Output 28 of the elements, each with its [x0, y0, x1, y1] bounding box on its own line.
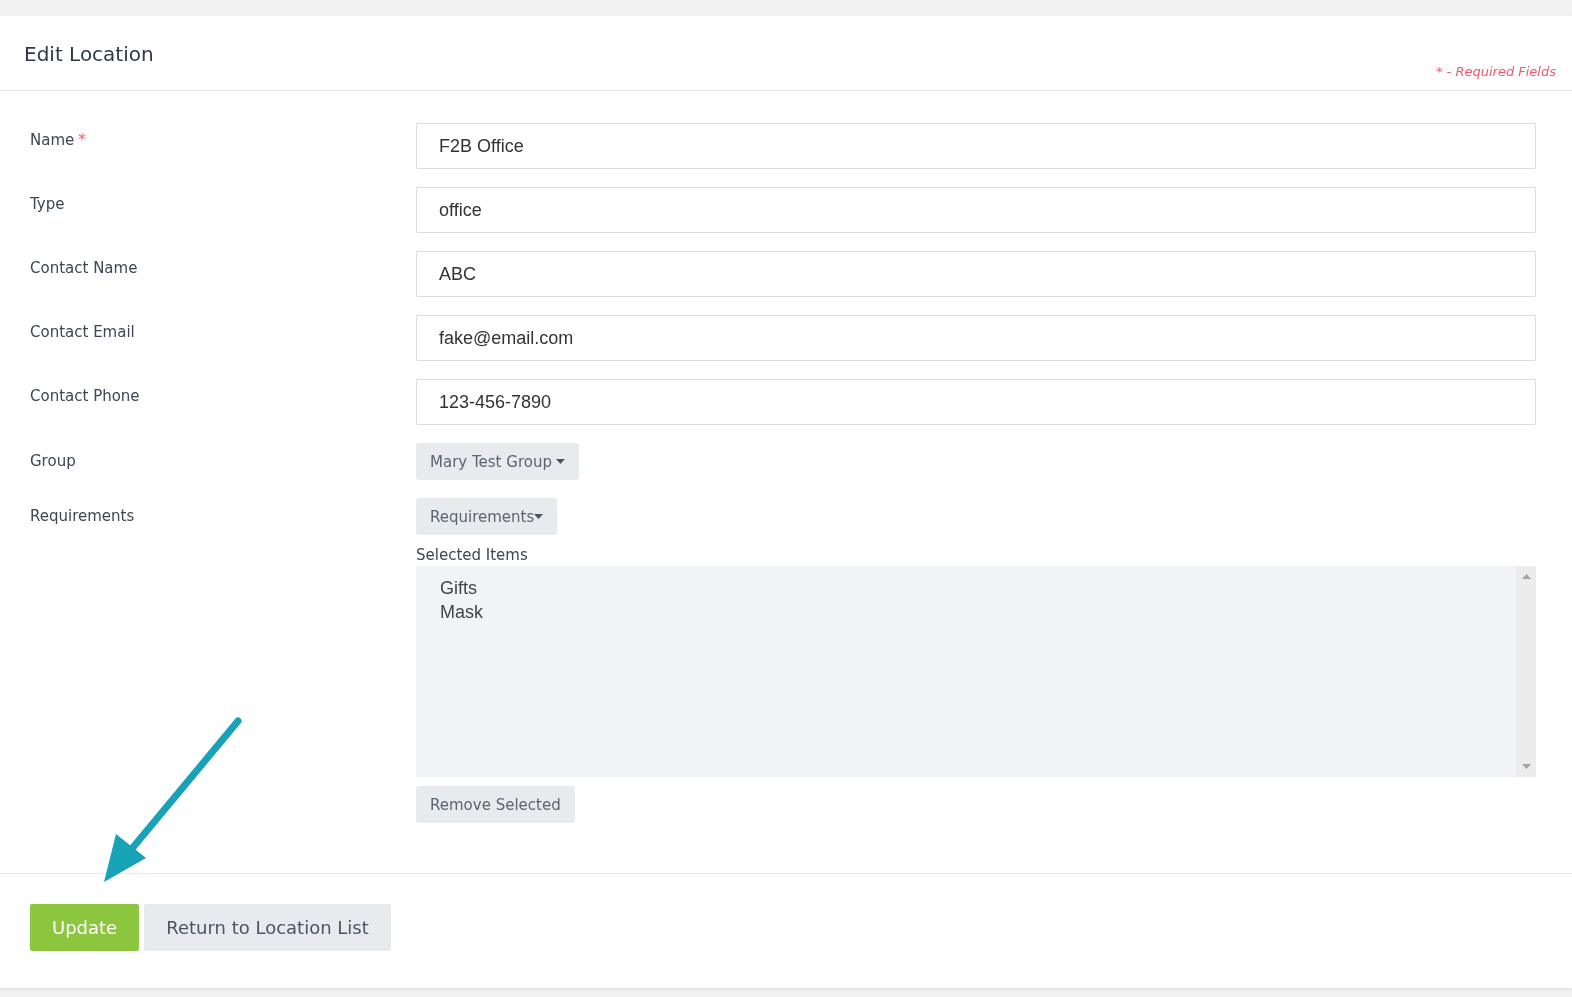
text-input[interactable]: 123-456-7890 — [416, 379, 1536, 425]
field-label: Contact Phone — [30, 387, 140, 405]
page-title: Edit Location — [24, 42, 154, 66]
return-button[interactable]: Return to Location List — [144, 904, 391, 951]
text-input[interactable]: fake@email.com — [416, 315, 1536, 361]
selected-items-list[interactable]: Gifts Mask — [416, 566, 1536, 777]
selected-items-label: Selected Items — [416, 546, 528, 564]
scroll-down-icon[interactable] — [1521, 764, 1531, 769]
field-label: Type — [30, 195, 65, 213]
list-option[interactable]: Mask — [440, 600, 483, 624]
caret-icon — [555, 459, 565, 464]
field-label: Contact Name — [30, 259, 138, 277]
caret-icon — [534, 514, 544, 519]
dropdown-button[interactable]: Mary Test Group — [416, 443, 579, 480]
text-input[interactable]: office — [416, 187, 1536, 233]
required-asterisk: * — [78, 131, 86, 149]
dropdown-button[interactable]: Requirements — [416, 498, 558, 535]
field-label: Group — [30, 452, 76, 470]
remove-selected-button[interactable]: Remove Selected — [416, 786, 575, 823]
list-option[interactable]: Gifts — [440, 576, 477, 600]
text-input[interactable]: ABC — [416, 251, 1536, 297]
required-fields-legend: * - Required Fields — [1435, 64, 1556, 79]
field-label: Contact Email — [30, 323, 135, 341]
scroll-up-icon[interactable] — [1521, 574, 1531, 579]
field-label: Requirements — [30, 507, 135, 525]
field-label: Name — [30, 131, 75, 149]
text-input[interactable]: F2B Office — [416, 123, 1536, 169]
scrollbar[interactable] — [1516, 566, 1536, 777]
